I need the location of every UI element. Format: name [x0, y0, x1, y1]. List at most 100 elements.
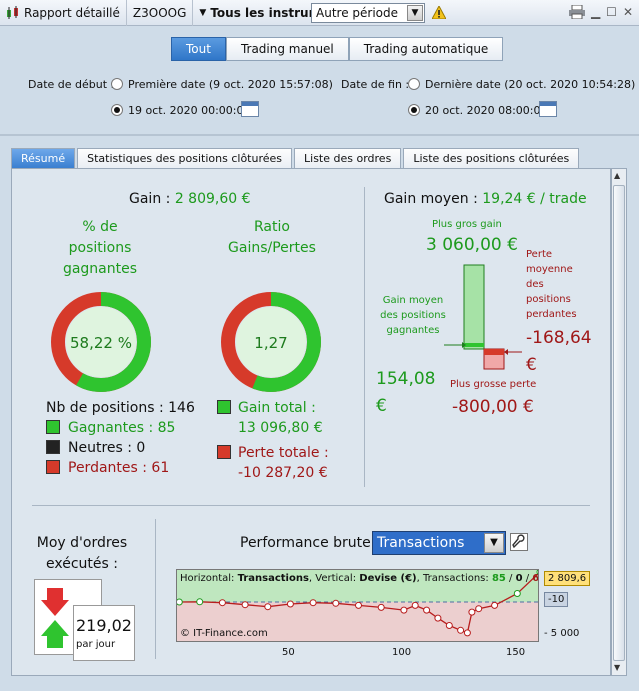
chart-info: Horizontal: Transactions, Vertical: Devi… [180, 573, 539, 584]
column-divider [364, 187, 365, 487]
total-gain-label: Gain total : [238, 400, 316, 416]
performance-select[interactable]: Transactions ▼ [372, 531, 506, 555]
performance-point [196, 598, 204, 606]
start-custom-date[interactable]: 19 oct. 2020 00:00:08 [128, 104, 250, 117]
nb-positions: Nb de positions : 146 [46, 400, 195, 416]
last-value-badge: 2 809,6 [544, 571, 591, 586]
chart-copyright: © IT-Finance.com [180, 628, 268, 639]
ratio-title: Ratio Gains/Pertes [228, 219, 316, 256]
start-first-radio[interactable] [111, 78, 123, 90]
performance-point [264, 603, 272, 611]
losers-count: Perdantes : 61 [68, 460, 170, 476]
tab-closed-positions-list[interactable]: Liste des positions clôturées [403, 148, 580, 168]
start-custom-radio[interactable] [111, 104, 123, 116]
orders-card: 219,02 par jour [73, 605, 135, 661]
pct-winning-donut: 58,22 % [51, 292, 151, 392]
summary-panel: Gain : 2 809,60 € % de positions gagnant… [11, 168, 611, 676]
scroll-down-icon[interactable]: ▼ [614, 663, 620, 672]
performance-point [475, 605, 483, 613]
orders-unit: par jour [76, 639, 116, 650]
scroll-up-icon[interactable]: ▲ [614, 171, 620, 180]
vertical-scrollbar[interactable]: ▲ ▼ [611, 168, 627, 676]
biggest-loss-value: -800,00 € [452, 397, 534, 417]
chart-info-mid: , Vertical: [308, 573, 360, 584]
calendar-icon[interactable] [241, 101, 259, 117]
tab-orders-list[interactable]: Liste des ordres [294, 148, 402, 168]
orders-title: Moy d'ordres exécutés : [36, 535, 128, 572]
tab-automatic-trading[interactable]: Trading automatique [348, 37, 504, 61]
low-tick-label: - 5 000 [544, 628, 580, 639]
report-button[interactable]: Rapport détaillé [0, 0, 127, 26]
period-select[interactable]: Autre période ▼ [311, 3, 425, 23]
total-loss-value: -10 287,20 € [238, 465, 328, 481]
calendar-icon[interactable] [539, 101, 557, 117]
chart-info-prefix: Horizontal: [180, 573, 238, 584]
avg-loss-label: Perte moyenne des positions perdantes [526, 249, 577, 320]
total-gain-value: 13 096,80 € [238, 420, 323, 436]
ratio-donut: 1,27 [221, 292, 321, 392]
win-legend-swatch [46, 420, 60, 434]
candlestick-icon [7, 5, 18, 19]
neutral-count: Neutres : 0 [68, 440, 146, 456]
chart-info-sep2: / [522, 573, 533, 584]
chart-info-sep1: / [505, 573, 516, 584]
performance-point [434, 614, 442, 622]
performance-select-value: Transactions [377, 535, 465, 551]
chart-info-tail: , Transactions: [416, 573, 492, 584]
maximize-icon[interactable]: ☐ [606, 5, 617, 19]
avg-gain-heading: Gain moyen : 19,24 € / trade [384, 191, 587, 207]
performance-point [241, 601, 249, 609]
up-down-arrows-icon [41, 588, 69, 648]
performance-point [400, 606, 408, 614]
chevron-down-icon: ▼ [407, 5, 423, 21]
chevron-down-icon: ▼ [199, 7, 207, 18]
chart-info-win: 85 [491, 573, 506, 584]
biggest-loss-label: Plus grosse perte [450, 379, 537, 390]
gain-loss-bars [444, 264, 522, 370]
performance-point [491, 601, 499, 609]
end-custom-radio[interactable] [408, 104, 420, 116]
avg-gain-value: 19,24 € / trade [482, 191, 587, 207]
chart-info-h: Transactions [237, 573, 309, 584]
scroll-thumb[interactable] [613, 185, 625, 661]
gain-label: Gain : [129, 191, 171, 207]
minimize-icon[interactable]: ▁ [591, 5, 600, 19]
end-custom-date[interactable]: 20 oct. 2020 08:00:00 [425, 104, 547, 117]
print-icon[interactable] [568, 5, 585, 19]
ratio-value: 1,27 [254, 334, 287, 352]
avg-loss-value: -168,64 € [526, 328, 592, 375]
start-first-label: Première date (9 oct. 2020 15:57:08) [128, 78, 333, 91]
wrench-icon[interactable] [510, 533, 528, 551]
performance-point [218, 599, 226, 607]
tab-manual-trading[interactable]: Trading manuel [225, 37, 349, 61]
x-tick-150: 150 [506, 647, 526, 658]
biggest-gain-label: Plus gros gain [432, 219, 502, 230]
close-icon[interactable]: ✕ [623, 5, 633, 19]
performance-point [309, 599, 317, 607]
chart-info-neutral: 0 [515, 573, 523, 584]
performance-point [457, 626, 465, 634]
total-gain-swatch [217, 400, 231, 414]
account-selector[interactable]: Z3OOOG [127, 0, 194, 26]
performance-point [332, 599, 340, 607]
end-last-radio[interactable] [408, 78, 420, 90]
report-tabs: Résumé Statistiques des positions clôtur… [11, 148, 580, 168]
chevron-down-icon: ▼ [484, 533, 504, 553]
tab-all[interactable]: Tout [171, 37, 226, 61]
pct-winning-value: 58,22 % [70, 334, 132, 352]
avg-win-value: 154,08 € [376, 369, 436, 416]
neutral-legend-swatch [46, 440, 60, 454]
biggest-gain-value: 3 060,00 € [426, 235, 518, 255]
performance-point [177, 598, 183, 606]
performance-point [355, 601, 362, 609]
end-last-label: Dernière date (20 oct. 2020 10:54:28) [425, 78, 636, 91]
tab-summary[interactable]: Résumé [11, 148, 76, 168]
chart-info-lose: 61 [532, 573, 539, 584]
tab-closed-stats[interactable]: Statistiques des positions clôturées [77, 148, 293, 168]
start-date-label: Date de début : [28, 78, 115, 91]
winners-count: Gagnantes : 85 [68, 420, 176, 436]
gain-value: 2 809,60 € [174, 191, 251, 207]
window-controls: ▁ ☐ ✕ [568, 5, 633, 19]
loss-legend-swatch [46, 460, 60, 474]
warning-icon[interactable] [432, 6, 446, 19]
